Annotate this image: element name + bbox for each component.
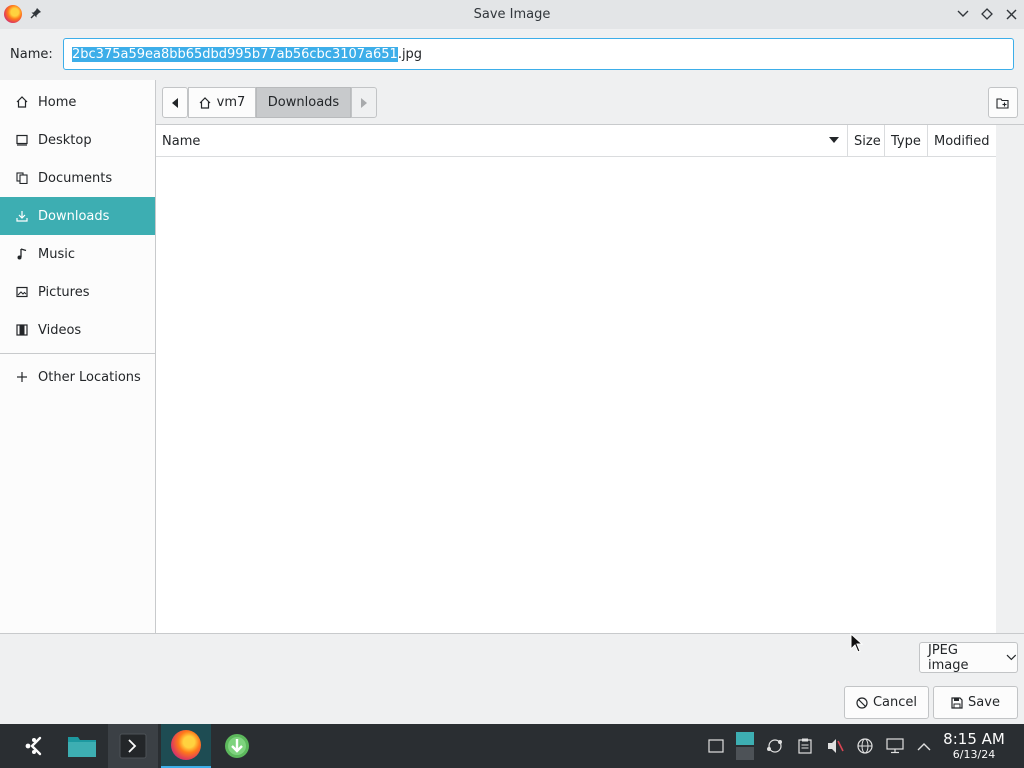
scrollbar-track[interactable] (996, 125, 1024, 633)
column-size[interactable]: Size (848, 125, 885, 157)
clock[interactable]: 8:15 AM 6/13/24 (940, 730, 1008, 761)
cancel-button[interactable]: Cancel (844, 686, 929, 719)
maximize-button[interactable] (978, 4, 996, 24)
launcher-icon (25, 736, 42, 756)
firefox-icon (171, 730, 201, 760)
close-icon (1006, 9, 1016, 19)
clipboard-icon[interactable] (795, 736, 815, 756)
chevron-down-icon (1006, 654, 1017, 661)
column-type[interactable]: Type (885, 125, 928, 157)
virtual-desktop-pager[interactable] (736, 732, 754, 760)
show-desktop-icon[interactable] (706, 736, 726, 756)
documents-icon (16, 172, 28, 184)
path-segment-label: Downloads (267, 95, 340, 110)
chevron-up-icon[interactable] (914, 736, 934, 756)
sidebar-item-downloads[interactable]: Downloads (0, 197, 155, 235)
network-share-icon[interactable] (765, 736, 785, 756)
sidebar-item-label: Home (38, 94, 77, 110)
column-type-label: Type (891, 133, 921, 149)
home-icon (199, 96, 211, 109)
sidebar-item-label: Desktop (38, 132, 92, 148)
file-type-label: JPEG image (928, 642, 969, 673)
new-folder-icon (996, 97, 1009, 109)
pictures-icon (16, 286, 28, 298)
sidebar-item-label: Downloads (38, 208, 110, 224)
videos-icon (16, 324, 28, 336)
taskbar-terminal[interactable] (108, 724, 158, 768)
file-list[interactable]: Name Size Type Modified (156, 125, 996, 633)
name-label: Name: (10, 47, 53, 62)
column-header: Name Size Type Modified (156, 125, 996, 157)
sidebar-item-label: Videos (38, 322, 82, 338)
window-title: Save Image (473, 7, 551, 22)
name-row: Name: 2bc375a59ea8bb65dbd995b77ab56cbc31… (0, 29, 1024, 80)
arrow-right-icon (361, 97, 367, 108)
mouse-cursor-icon (850, 633, 864, 653)
sidebar-item-pictures[interactable]: Pictures (0, 273, 155, 311)
filename-selected-text: 2bc375a59ea8bb65dbd995b77ab56cbc3107a651 (72, 46, 398, 62)
places-sidebar: Home Desktop Documents Downloads Music P… (0, 80, 156, 633)
sidebar-item-desktop[interactable]: Desktop (0, 121, 155, 159)
sidebar-item-label: Documents (38, 170, 113, 186)
cancel-icon (856, 696, 868, 709)
volume-muted-icon[interactable] (825, 736, 845, 756)
save-icon (951, 696, 963, 709)
chevron-down-icon (957, 10, 969, 17)
download-icon (16, 210, 28, 222)
path-segment-home[interactable]: vm7 (188, 87, 256, 118)
taskbar-file-manager[interactable] (62, 724, 102, 768)
new-folder-button[interactable] (988, 87, 1018, 118)
download-app-icon (225, 734, 249, 758)
sidebar-item-videos[interactable]: Videos (0, 311, 155, 349)
column-size-label: Size (854, 133, 881, 149)
minimize-button[interactable] (954, 4, 972, 24)
display-icon[interactable] (885, 736, 905, 756)
save-button[interactable]: Save (933, 686, 1018, 719)
app-launcher-button[interactable] (14, 724, 54, 768)
column-modified-label: Modified (934, 133, 990, 149)
title-bar: Save Image (0, 0, 1024, 29)
pin-icon[interactable] (30, 7, 42, 22)
filename-input[interactable]: 2bc375a59ea8bb65dbd995b77ab56cbc3107a651… (63, 38, 1014, 70)
column-name-label: Name (162, 133, 201, 149)
close-button[interactable] (1002, 4, 1020, 24)
path-segment-label: vm7 (216, 95, 246, 110)
save-label: Save (968, 695, 1000, 710)
cancel-label: Cancel (872, 695, 918, 710)
arrow-left-icon (172, 97, 178, 108)
file-type-select[interactable]: JPEG image (919, 642, 1018, 673)
folder-icon (68, 737, 96, 757)
path-bar: vm7 Downloads (156, 80, 1024, 125)
sort-down-icon (829, 137, 839, 143)
terminal-icon (119, 733, 147, 759)
sidebar-item-label: Pictures (38, 284, 90, 300)
sidebar-item-other-locations[interactable]: Other Locations (0, 358, 155, 396)
network-globe-icon[interactable] (855, 736, 875, 756)
taskbar: 8:15 AM 6/13/24 (0, 724, 1024, 768)
column-modified[interactable]: Modified (928, 125, 996, 157)
path-back-button[interactable] (162, 87, 188, 118)
clock-time: 8:15 AM (943, 730, 1005, 748)
clock-date: 6/13/24 (952, 748, 996, 761)
plus-icon (16, 371, 28, 383)
sidebar-item-documents[interactable]: Documents (0, 159, 155, 197)
desktop-icon (16, 134, 28, 146)
music-icon (16, 248, 28, 260)
taskbar-downloader[interactable] (215, 724, 259, 768)
sidebar-item-label: Other Locations (38, 369, 141, 385)
firefox-icon (4, 5, 22, 23)
path-forward-button[interactable] (351, 87, 377, 118)
diamond-icon (981, 8, 993, 20)
path-segment-downloads[interactable]: Downloads (256, 87, 351, 118)
taskbar-firefox[interactable] (161, 724, 211, 768)
sidebar-item-music[interactable]: Music (0, 235, 155, 273)
sidebar-item-home[interactable]: Home (0, 83, 155, 121)
dialog-footer: JPEG image Cancel Save (0, 633, 1024, 724)
home-icon (16, 96, 28, 108)
column-name[interactable]: Name (156, 125, 848, 157)
sidebar-item-label: Music (38, 246, 75, 262)
sidebar-divider (0, 353, 155, 354)
filename-extension: .jpg (397, 46, 423, 62)
